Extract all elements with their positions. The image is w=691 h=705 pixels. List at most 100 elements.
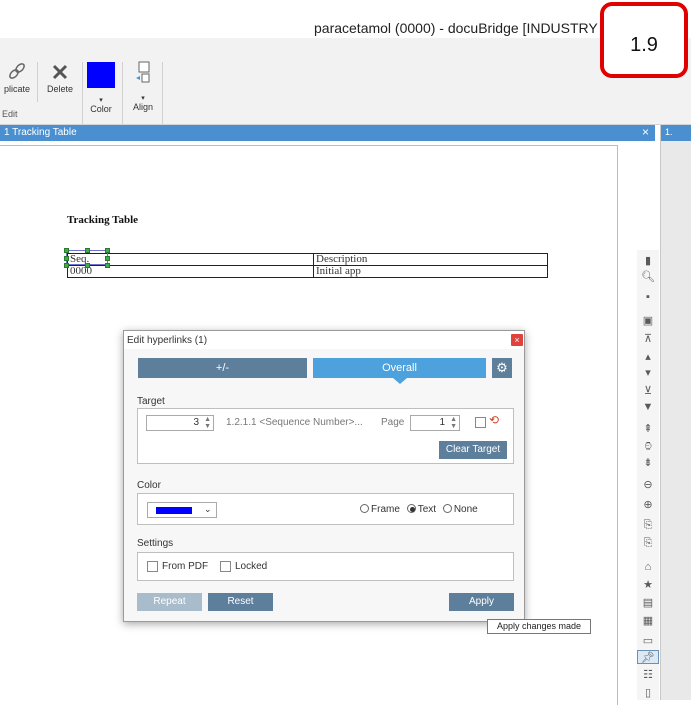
delete-button[interactable]: Delete [42, 62, 78, 94]
from-pdf-checkbox[interactable] [147, 561, 158, 572]
color-label: Color [90, 104, 112, 114]
scroll-up-icon[interactable]: ⇞ [637, 422, 659, 436]
resize-handle[interactable] [105, 263, 110, 268]
color-mode-radios: Frame Text None [360, 504, 478, 515]
tab-overall[interactable]: Overall [313, 358, 486, 384]
bookmark-icon[interactable]: ▮ [637, 254, 659, 268]
document-heading: Tracking Table [67, 214, 139, 226]
dialog-close-button[interactable]: × [511, 334, 523, 346]
previous-page-icon[interactable]: ▴ [637, 350, 659, 364]
ribbon-separator [82, 62, 83, 124]
chevron-down-icon: ⌄ [204, 504, 212, 514]
panel-title: 1 Tracking Table [4, 127, 77, 138]
gear-icon[interactable]: ⚙ [492, 358, 512, 378]
stepper-arrows-icon[interactable]: ▲ ▼ [204, 416, 211, 430]
note-icon[interactable]: ▦ [637, 614, 659, 628]
settings-box: From PDF Locked [137, 552, 514, 581]
frame-radio[interactable]: Frame [360, 504, 400, 515]
align-button[interactable]: ▾ Align [127, 60, 159, 112]
sequence-value: 3 [193, 417, 199, 428]
table-row: 0000 Initial app [67, 265, 548, 278]
none-radio[interactable]: None [442, 504, 478, 515]
back-icon[interactable]: ⊖ [637, 478, 659, 492]
download-icon[interactable]: ▼ [637, 400, 659, 414]
delete-icon [52, 64, 68, 80]
edit-hyperlinks-dialog: Edit hyperlinks (1) × +/- Overall ⚙ Targ… [123, 330, 525, 622]
right-panel-strip: 1. [660, 125, 691, 700]
resize-handle[interactable] [85, 248, 90, 253]
thumbnails-icon[interactable]: ▪ [637, 290, 659, 304]
text-radio[interactable]: Text [406, 504, 437, 515]
first-page-icon[interactable]: ⊼ [637, 332, 659, 346]
ribbon: plicate Delete ▾ Color ▾ Align Edit [0, 38, 691, 125]
pin-icon[interactable]: 📌︎ [637, 650, 659, 664]
tab-plus-minus[interactable]: +/- [138, 358, 307, 378]
from-pdf-label: From PDF [162, 561, 209, 572]
resize-handle[interactable] [85, 263, 90, 268]
color-dropdown[interactable]: ⌄ [147, 502, 217, 518]
apply-button[interactable]: Apply [449, 593, 514, 611]
target-box: 3 ▲ ▼ 1.2.1.1 <Sequence Number>... Page 1… [137, 408, 514, 464]
tool-column: ▮ 🔍︎ ▪ ▣ ⊼ ▴ ▾ ⊻ ▼ ⇞ ⌚︎ ⇟ ⊖ ⊕ ⎘ ⎘ ⌂ ★ ▤ … [637, 250, 659, 700]
sequence-stepper[interactable]: 3 ▲ ▼ [146, 415, 214, 431]
duplicate-button[interactable]: plicate [0, 62, 34, 94]
tracking-table: Seq. Description 0000 Initial app [67, 253, 548, 278]
close-icon[interactable]: × [642, 125, 649, 139]
page-stepper[interactable]: 1 ▲ ▼ [410, 415, 460, 431]
forward-icon[interactable]: ⊕ [637, 498, 659, 512]
target-section-label: Target [137, 396, 165, 407]
edit-group-label: Edit [2, 109, 18, 119]
chevron-down-icon: ▾ [141, 95, 145, 102]
clear-link-icon[interactable]: ⟲ [489, 413, 499, 427]
table-cell: Initial app [313, 265, 548, 278]
color-box: ⌄ Frame Text None [137, 493, 514, 525]
table-row: Seq. Description [67, 253, 548, 266]
next-page-icon[interactable]: ▾ [637, 366, 659, 380]
step-badge-label: 1.9 [630, 34, 658, 56]
target-destination: 1.2.1.1 <Sequence Number>... [226, 417, 363, 428]
import-icon[interactable]: ⎘ [637, 536, 659, 550]
search-icon[interactable]: 🔍︎ [637, 270, 659, 284]
history-icon[interactable]: ⌚︎ [637, 440, 659, 454]
resize-handle[interactable] [64, 263, 69, 268]
resize-handle[interactable] [105, 256, 110, 261]
duplicate-label: plicate [3, 84, 30, 94]
step-badge: 1.9 [600, 2, 688, 78]
stepper-arrows-icon[interactable]: ▲ ▼ [450, 416, 457, 430]
resize-handle[interactable] [105, 248, 110, 253]
star-icon[interactable]: ★ [637, 578, 659, 592]
image-icon[interactable]: ▣ [637, 314, 659, 328]
color-button[interactable]: ▾ Color [86, 62, 116, 114]
title-bar: paracetamol (0000) - docuBridge [INDUSTR… [0, 0, 691, 38]
comment-icon[interactable]: ▭ [637, 634, 659, 648]
settings-section-label: Settings [137, 538, 174, 549]
tree-icon[interactable]: ☷ [637, 668, 659, 682]
clear-target-button[interactable]: Clear Target [439, 441, 507, 459]
clipboard-icon[interactable]: ▤ [637, 596, 659, 610]
last-page-icon[interactable]: ⊻ [637, 384, 659, 398]
repeat-button[interactable]: Repeat [137, 593, 202, 611]
page-label: Page [381, 417, 405, 428]
document-icon[interactable]: ▯ [637, 686, 659, 700]
export-icon[interactable]: ⎘ [637, 518, 659, 532]
color-swatch [156, 507, 192, 514]
panel-header: 1 Tracking Table × [0, 125, 655, 141]
link-icon [9, 63, 25, 79]
right-panel-tab[interactable]: 1. [661, 125, 691, 141]
resize-handle[interactable] [64, 256, 69, 261]
target-checkbox[interactable] [475, 417, 486, 428]
none-radio-label: None [453, 504, 478, 515]
home-icon[interactable]: ⌂ [637, 560, 659, 574]
apply-tooltip: Apply changes made [487, 619, 591, 634]
locked-label: Locked [235, 561, 268, 572]
ribbon-separator [122, 62, 123, 124]
resize-handle[interactable] [64, 248, 69, 253]
align-icon [136, 61, 150, 83]
ribbon-separator [162, 62, 163, 124]
delete-label: Delete [46, 84, 73, 94]
text-radio-label: Text [417, 504, 437, 515]
locked-checkbox[interactable] [220, 561, 231, 572]
dialog-title-bar: Edit hyperlinks (1) × [124, 331, 524, 349]
reset-button[interactable]: Reset [208, 593, 273, 611]
scroll-down-icon[interactable]: ⇟ [637, 456, 659, 470]
